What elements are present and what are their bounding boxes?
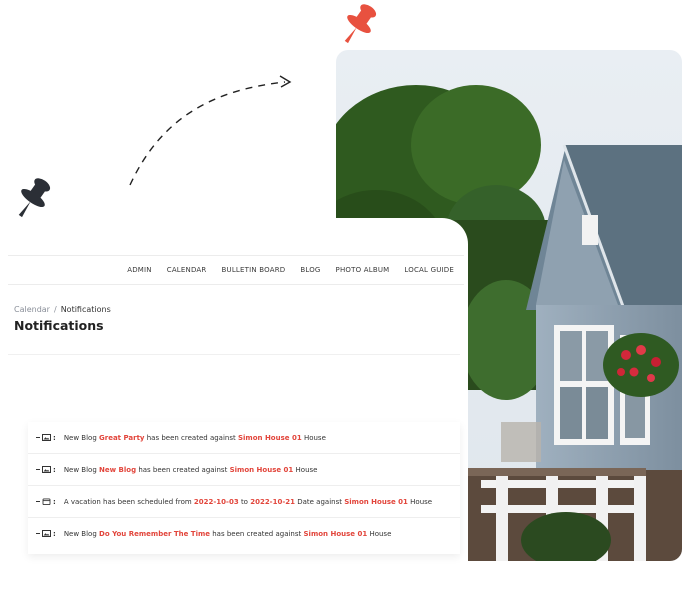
notification-item[interactable]: : New Blog New Blog has been created aga… [28,454,460,486]
notification-text: New Blog Do You Remember The Time has be… [63,529,392,538]
breadcrumb-calendar-link[interactable]: Calendar [14,305,50,314]
notification-list: : New Blog Great Party has been created … [28,422,460,554]
image-icon [42,530,51,537]
breadcrumb-current: Notifications [60,305,111,314]
blog-link[interactable]: Great Party [99,434,144,442]
blog-link[interactable]: New Blog [99,466,136,474]
notification-type-indicator: : [36,498,56,506]
notification-type-indicator: : [36,530,56,538]
house-link[interactable]: Simon House 01 [238,434,302,442]
house-link[interactable]: Simon House 01 [344,498,408,506]
top-navigation: ADMIN CALENDAR BULLETIN BOARD BLOG PHOTO… [8,255,464,285]
dark-pushpin-icon [18,178,51,218]
dashed-arrow-decoration [129,75,292,186]
house-link[interactable]: Simon House 01 [230,466,294,474]
end-date-link[interactable]: 2022-10-21 [250,498,295,506]
blog-link[interactable]: Do You Remember The Time [99,530,210,538]
title-divider [8,354,460,355]
breadcrumb: Calendar / Notifications [14,305,111,314]
nav-local-guide[interactable]: LOCAL GUIDE [404,266,454,274]
notification-text: New Blog Great Party has been created ag… [63,433,326,442]
notification-text: New Blog New Blog has been created again… [63,465,318,474]
image-icon [42,466,51,473]
red-pushpin-icon [344,4,377,44]
house-link[interactable]: Simon House 01 [304,530,368,538]
image-icon [42,434,51,441]
nav-bulletin-board[interactable]: BULLETIN BOARD [222,266,286,274]
nav-admin[interactable]: ADMIN [127,266,152,274]
notification-type-indicator: : [36,434,56,442]
notification-text: A vacation has been scheduled from 2022-… [63,497,433,506]
breadcrumb-separator: / [53,305,57,314]
start-date-link[interactable]: 2022-10-03 [194,498,239,506]
page-title: Notifications [14,318,104,333]
notification-item[interactable]: : A vacation has been scheduled from 202… [28,486,460,518]
notification-type-indicator: : [36,466,56,474]
notification-item[interactable]: : New Blog Do You Remember The Time has … [28,518,460,549]
calendar-icon [42,498,51,505]
nav-calendar[interactable]: CALENDAR [167,266,207,274]
notification-item[interactable]: : New Blog Great Party has been created … [28,422,460,454]
nav-blog[interactable]: BLOG [300,266,320,274]
nav-photo-album[interactable]: PHOTO ALBUM [336,266,390,274]
